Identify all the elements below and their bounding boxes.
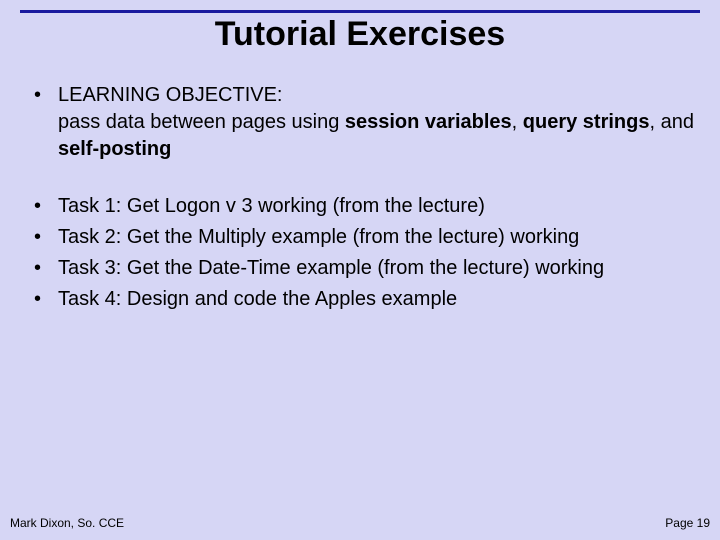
objective-sep-1: , [512, 111, 523, 133]
objective-text-a: pass data between pages using [58, 111, 345, 133]
objective-sep-2: , and [649, 111, 693, 133]
footer-page: Page 19 [665, 516, 710, 530]
slide-title: Tutorial Exercises [18, 15, 702, 54]
objective-label: LEARNING OBJECTIVE: [58, 84, 283, 106]
bullet-list: LEARNING OBJECTIVE: pass data between pa… [28, 82, 702, 163]
task-item-1: Task 1: Get Logon v 3 working (from the … [28, 193, 702, 220]
footer: Mark Dixon, So. CCE Page 19 [10, 516, 710, 530]
objective-bold-1: session variables [345, 111, 512, 133]
task-item-2: Task 2: Get the Multiply example (from t… [28, 224, 702, 251]
task-list: Task 1: Get Logon v 3 working (from the … [28, 193, 702, 313]
task-item-4: Task 4: Design and code the Apples examp… [28, 286, 702, 313]
title-rule [20, 10, 700, 13]
footer-author: Mark Dixon, So. CCE [10, 516, 124, 530]
spacer [28, 167, 702, 193]
slide-content: LEARNING OBJECTIVE: pass data between pa… [18, 82, 702, 313]
task-item-3: Task 3: Get the Date-Time example (from … [28, 255, 702, 282]
objective-bold-3: self-posting [58, 138, 171, 160]
objective-bold-2: query strings [523, 111, 650, 133]
objective-item: LEARNING OBJECTIVE: pass data between pa… [28, 82, 702, 163]
